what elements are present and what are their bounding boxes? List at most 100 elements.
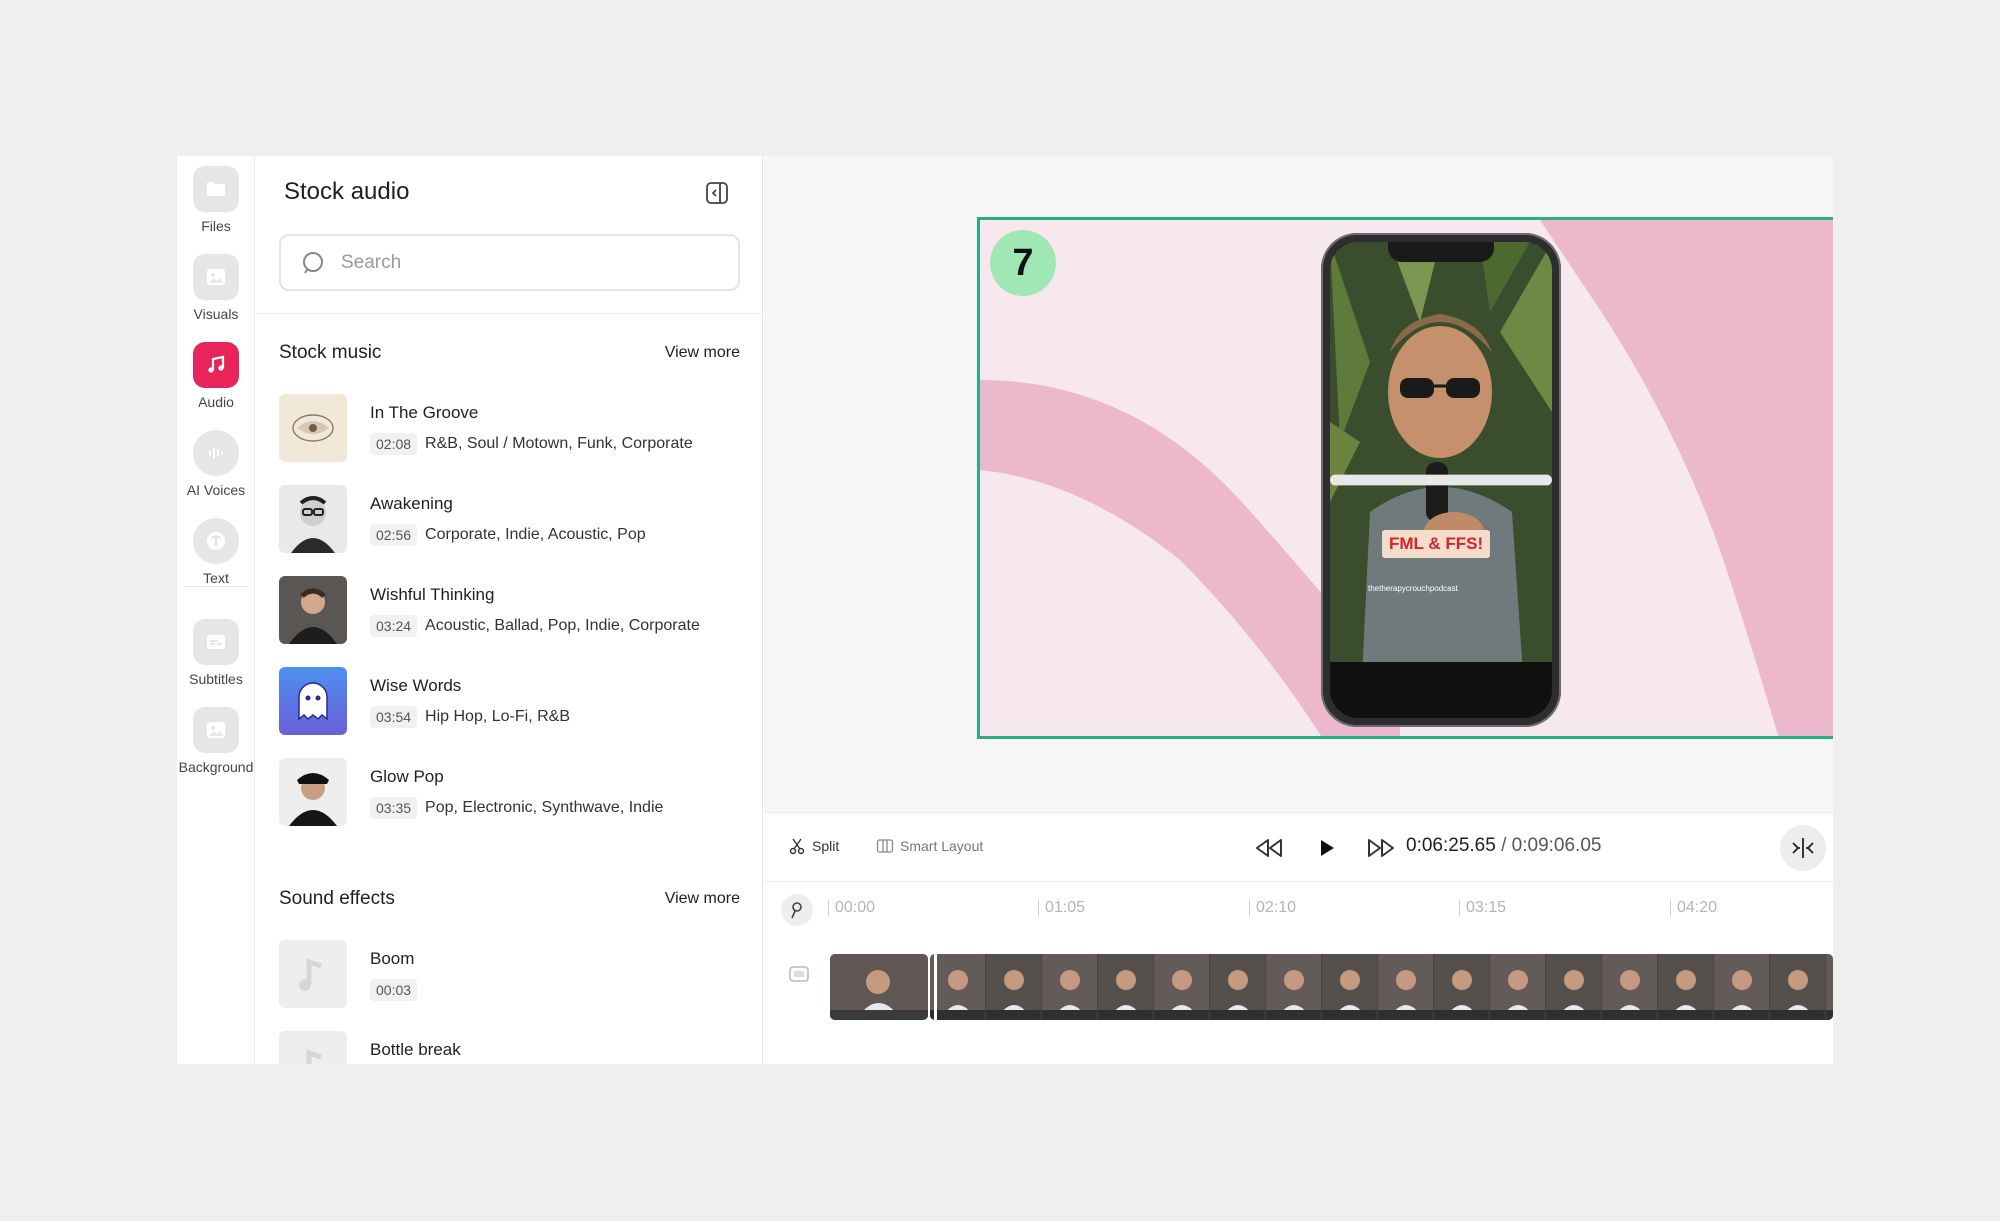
rail-label: Visuals bbox=[193, 306, 239, 322]
waveform-icon bbox=[193, 430, 239, 476]
track-name: Bottle break bbox=[370, 1040, 461, 1059]
clip-thumbnail-strip bbox=[930, 954, 1833, 1020]
rail-label: AI Voices bbox=[186, 482, 246, 498]
panel-title: Stock audio bbox=[284, 178, 410, 205]
clip-frame bbox=[1770, 954, 1825, 1020]
section-title: Sound effects bbox=[279, 888, 395, 909]
stock-music-header: Stock music View more bbox=[279, 342, 740, 364]
video-preview[interactable]: 7 FML & FFS! thetherapycrouchpodcast bbox=[977, 217, 1833, 739]
rail-item-visuals[interactable]: Visuals bbox=[177, 254, 255, 322]
sound-effect-thumb bbox=[279, 1031, 347, 1064]
rail-item-files[interactable]: Files bbox=[177, 166, 255, 234]
track-tags: Pop, Electronic, Synthwave, Indie bbox=[425, 799, 664, 816]
smart-layout-button[interactable]: Smart Layout bbox=[876, 837, 983, 855]
pin-icon bbox=[791, 902, 802, 919]
collapse-panel-icon[interactable] bbox=[704, 180, 730, 206]
video-clip[interactable] bbox=[830, 954, 928, 1020]
rail-label: Audio bbox=[198, 394, 234, 410]
music-note-icon bbox=[193, 342, 239, 388]
view-more-link[interactable]: View more bbox=[665, 890, 740, 908]
clip-frame bbox=[1490, 954, 1545, 1020]
search-input[interactable] bbox=[341, 251, 721, 274]
track-tags: Acoustic, Ballad, Pop, Indie, Corporate bbox=[425, 617, 700, 634]
total-time: 0:09:06.05 bbox=[1511, 835, 1602, 856]
music-note-icon bbox=[279, 940, 347, 1008]
view-more-link[interactable]: View more bbox=[665, 344, 740, 362]
track-meta: 02:08 R&B, Soul / Motown, Funk, Corporat… bbox=[370, 433, 693, 455]
list-item[interactable]: Awakening 02:56 Corporate, Indie, Acoust… bbox=[279, 485, 740, 555]
clip-frame bbox=[1322, 954, 1377, 1020]
main-canvas-area: 7 FML & FFS! thetherapycrouchpodcast Spl… bbox=[764, 156, 1833, 1064]
track-tags: R&B, Soul / Motown, Funk, Corporate bbox=[425, 435, 693, 452]
list-item[interactable]: In The Groove 02:08 R&B, Soul / Motown, … bbox=[279, 394, 740, 464]
list-item[interactable]: Wise Words 03:54 Hip Hop, Lo-Fi, R&B bbox=[279, 667, 740, 737]
clip-frame bbox=[1210, 954, 1265, 1020]
rail-label: Background bbox=[178, 759, 254, 775]
track-meta: 03:24 Acoustic, Ballad, Pop, Indie, Corp… bbox=[370, 615, 700, 637]
clip-frame bbox=[1434, 954, 1489, 1020]
clip-number-badge: 7 bbox=[990, 230, 1056, 296]
clip-frame bbox=[1098, 954, 1153, 1020]
list-item[interactable]: Glow Pop 03:35 Pop, Electronic, Synthwav… bbox=[279, 758, 740, 828]
track-duration: 02:08 bbox=[370, 433, 418, 455]
phone-mockup: FML & FFS! thetherapycrouchpodcast bbox=[1321, 233, 1561, 727]
timeline-tick: 02:10 bbox=[1249, 900, 1296, 916]
track-name: In The Groove bbox=[370, 403, 479, 422]
track-name: Awakening bbox=[370, 494, 453, 513]
list-item[interactable]: Bottle break bbox=[279, 1031, 740, 1064]
video-clip-selected[interactable] bbox=[930, 954, 1833, 1020]
clip-frame bbox=[1714, 954, 1769, 1020]
clip-frame bbox=[1266, 954, 1321, 1020]
editor-window: Files Visuals Audio AI Voices Text Subti… bbox=[177, 156, 1833, 1064]
clip-frame bbox=[1658, 954, 1713, 1020]
timeline-tick: 03:15 bbox=[1459, 900, 1506, 916]
rewind-icon[interactable] bbox=[1252, 831, 1286, 865]
rail-label: Files bbox=[201, 218, 231, 234]
rail-item-text[interactable]: Text bbox=[177, 518, 255, 586]
clip-frame bbox=[1826, 954, 1833, 1020]
rail-item-background[interactable]: Background bbox=[177, 707, 255, 775]
list-item[interactable]: Wishful Thinking 03:24 Acoustic, Ballad,… bbox=[279, 576, 740, 646]
clip-frame bbox=[986, 954, 1041, 1020]
clip-thumbnail bbox=[830, 954, 928, 1020]
rail-item-subtitles[interactable]: Subtitles bbox=[177, 619, 255, 687]
track-duration: 03:35 bbox=[370, 797, 418, 819]
clip-frame bbox=[1378, 954, 1433, 1020]
layout-icon bbox=[876, 839, 894, 853]
fast-forward-icon[interactable] bbox=[1364, 831, 1398, 865]
clip-frame bbox=[1154, 954, 1209, 1020]
timeline-tick: 00:00 bbox=[828, 900, 875, 916]
time-separator: / bbox=[1495, 835, 1512, 856]
smart-layout-label: Smart Layout bbox=[900, 838, 984, 854]
split-button[interactable]: Split bbox=[788, 837, 839, 855]
search-box bbox=[279, 234, 740, 291]
image-icon bbox=[193, 254, 239, 300]
track-name: Wise Words bbox=[370, 676, 462, 695]
text-icon bbox=[193, 518, 239, 564]
fit-timeline-button[interactable] bbox=[1780, 825, 1826, 871]
list-item[interactable]: Boom 00:03 bbox=[279, 940, 740, 1010]
album-art bbox=[279, 576, 347, 644]
timeline-tick: 04:20 bbox=[1670, 900, 1717, 916]
album-art bbox=[279, 667, 347, 735]
rail-item-ai-voices[interactable]: AI Voices bbox=[177, 430, 255, 498]
album-art bbox=[279, 394, 347, 462]
track-name: Glow Pop bbox=[370, 767, 444, 786]
play-icon bbox=[1321, 840, 1334, 856]
track-meta: 00:03 bbox=[370, 979, 425, 1001]
album-art bbox=[279, 485, 347, 553]
track-name: Wishful Thinking bbox=[370, 585, 495, 604]
fit-icon bbox=[1792, 838, 1814, 858]
current-time: 0:06:25.65 bbox=[1406, 835, 1496, 856]
tool-rail: Files Visuals Audio AI Voices Text Subti… bbox=[177, 156, 255, 1064]
pin-button[interactable] bbox=[781, 894, 813, 926]
scissors-icon bbox=[789, 838, 805, 855]
clip-trim-handle[interactable] bbox=[934, 954, 937, 1020]
rail-divider bbox=[185, 586, 247, 587]
timeline-tick: 01:05 bbox=[1038, 900, 1085, 916]
track-duration: 00:03 bbox=[370, 979, 418, 1001]
play-button[interactable] bbox=[1303, 825, 1349, 871]
playback-controls: Split Smart Layout 0:06:25.65 / 0:09:06.… bbox=[764, 812, 1833, 882]
clip-frame bbox=[1602, 954, 1657, 1020]
rail-item-audio[interactable]: Audio bbox=[177, 342, 255, 410]
